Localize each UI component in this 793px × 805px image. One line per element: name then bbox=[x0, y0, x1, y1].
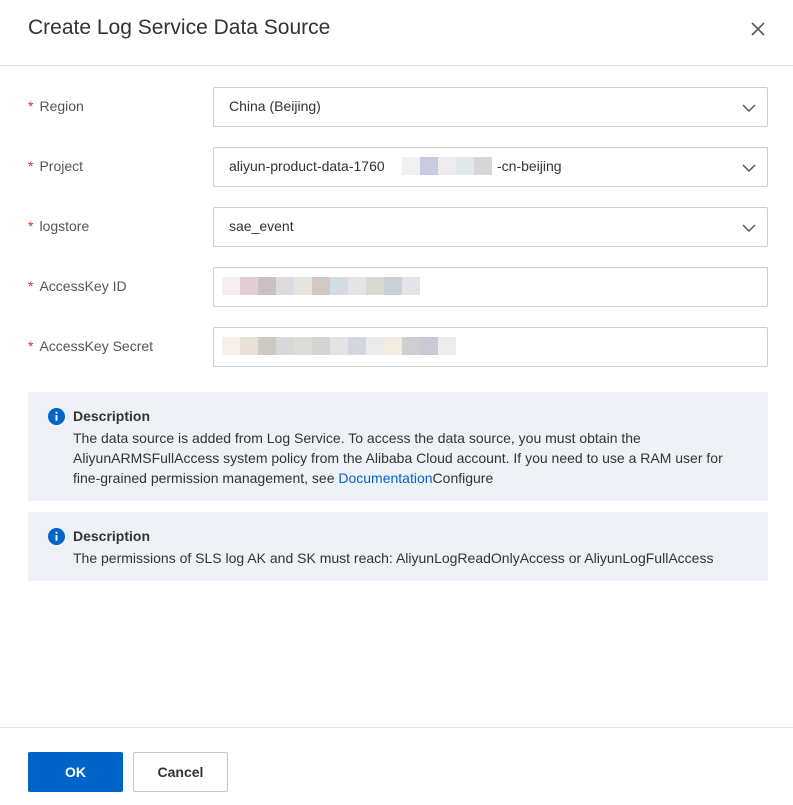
project-value-suffix: -cn-beijing bbox=[497, 158, 562, 174]
info-icon bbox=[48, 528, 65, 545]
required-mark: * bbox=[28, 98, 34, 114]
region-value: China (Beijing) bbox=[229, 98, 321, 114]
info-icon bbox=[48, 408, 65, 425]
chevron-down-icon bbox=[742, 104, 756, 113]
dialog-header: Create Log Service Data Source bbox=[0, 0, 793, 66]
logstore-label: * logstore bbox=[28, 218, 89, 234]
project-label-text: Project bbox=[39, 158, 84, 174]
region-row: * Region China (Beijing) bbox=[0, 87, 793, 127]
logstore-value: sae_event bbox=[229, 218, 294, 234]
dialog-footer: OK Cancel bbox=[0, 727, 793, 805]
project-row: * Project aliyun-product-data-1760 -cn-be… bbox=[0, 147, 793, 187]
project-select[interactable]: aliyun-product-data-1760 -cn-beijing bbox=[213, 147, 768, 187]
access-key-id-label: * AccessKey ID bbox=[28, 278, 127, 294]
required-mark: * bbox=[28, 338, 34, 354]
redacted-block bbox=[402, 157, 492, 175]
redacted-block bbox=[222, 277, 420, 295]
ok-button[interactable]: OK bbox=[28, 752, 123, 792]
dialog-title: Create Log Service Data Source bbox=[28, 16, 331, 39]
access-key-id-row: * AccessKey ID bbox=[0, 267, 793, 307]
access-key-secret-label-text: AccessKey Secret bbox=[39, 338, 154, 354]
access-key-secret-row: * AccessKey Secret bbox=[0, 327, 793, 367]
access-key-id-label-text: AccessKey ID bbox=[39, 278, 127, 294]
project-label: * Project bbox=[28, 158, 83, 174]
permissions-notice: Description The permissions of SLS log A… bbox=[28, 512, 768, 581]
logstore-label-text: logstore bbox=[39, 218, 90, 234]
close-button[interactable] bbox=[748, 19, 768, 39]
access-key-secret-input[interactable] bbox=[213, 327, 768, 367]
close-icon bbox=[751, 22, 765, 36]
project-value-prefix: aliyun-product-data-1760 bbox=[229, 158, 385, 174]
redacted-block bbox=[222, 337, 456, 355]
description-notice: Description The data source is added fro… bbox=[28, 392, 768, 501]
documentation-link[interactable]: Documentation bbox=[338, 470, 432, 486]
notice-body: The permissions of SLS log AK and SK mus… bbox=[73, 550, 714, 566]
notice-title: Description bbox=[73, 408, 151, 424]
region-label: * Region bbox=[28, 98, 84, 114]
notice-body: The data source is added from Log Servic… bbox=[73, 428, 753, 488]
access-key-id-input[interactable] bbox=[213, 267, 768, 307]
chevron-down-icon bbox=[742, 164, 756, 173]
notice-title: Description bbox=[73, 528, 151, 544]
cancel-button[interactable]: Cancel bbox=[133, 752, 228, 792]
logstore-select[interactable]: sae_event bbox=[213, 207, 768, 247]
region-select[interactable]: China (Beijing) bbox=[213, 87, 768, 127]
required-mark: * bbox=[28, 218, 34, 234]
region-label-text: Region bbox=[39, 98, 84, 114]
notice-text-suffix: Configure bbox=[432, 470, 494, 486]
access-key-secret-label: * AccessKey Secret bbox=[28, 338, 153, 354]
logstore-row: * logstore sae_event bbox=[0, 207, 793, 247]
required-mark: * bbox=[28, 158, 34, 174]
required-mark: * bbox=[28, 278, 34, 294]
chevron-down-icon bbox=[742, 224, 756, 233]
